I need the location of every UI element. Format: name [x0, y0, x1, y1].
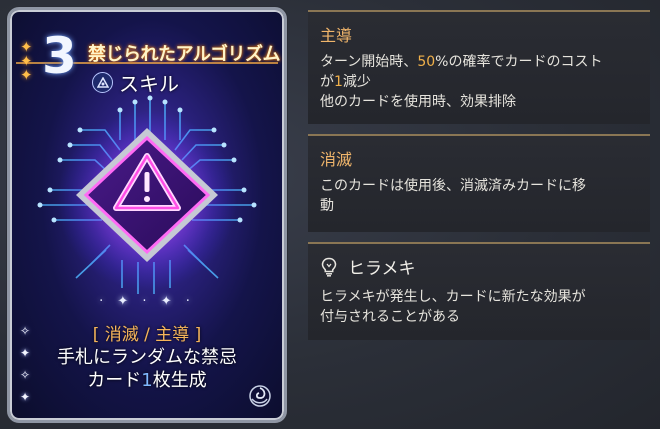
card-desc-number: 1 — [141, 370, 153, 391]
lead-line3: 他のカードを使用時、効果排除 — [320, 94, 516, 110]
keyword-title-lead: 主導 — [320, 26, 353, 45]
sparkle-divider-icon: · ✦ · ✦ · — [99, 294, 195, 309]
keyword-body-inspiration: ヒラメキが発生し、カードに新たな効果が 付与されることがある — [320, 287, 638, 327]
lightbulb-icon — [321, 257, 337, 277]
card-title: 禁じられたアルゴリズム — [88, 44, 280, 65]
inspiration-line2: 付与されることがある — [320, 309, 460, 325]
lead-cost-reduction: 1 — [334, 74, 343, 90]
card-description: 手札にランダムな禁忌 カード1枚生成 — [10, 346, 284, 392]
skill-card[interactable]: ✦ ✦ ✦ 3 禁じられたアルゴリズム スキル · ✦ · ✦ · ✧ ✦ ✧ ✦ [ 消… — [7, 7, 287, 423]
card-cost-value: 3 — [42, 27, 77, 85]
keyword-panel-inspiration: ヒラメキ ヒラメキが発生し、カードに新たな効果が 付与されることがある — [308, 242, 650, 340]
keyword-panel-exhaust: 消滅 このカードは使用後、消滅済みカードに移 動 — [308, 134, 650, 232]
card-tags: [ 消滅 / 主導 ] — [92, 325, 202, 345]
lead-line1: ターン開始時、50%の確率でカードのコスト — [320, 52, 638, 72]
keyword-body-exhaust: このカードは使用後、消滅済みカードに移 動 — [320, 176, 638, 216]
spiral-emblem-icon — [249, 385, 271, 407]
lead-line2: が1減少 — [320, 72, 638, 92]
keyword-title-exhaust: 消滅 — [320, 150, 353, 169]
inspiration-line1: ヒラメキが発生し、カードに新たな効果が — [320, 289, 586, 305]
lead-text2: が — [320, 74, 334, 90]
card-desc-line1: 手札にランダムな禁忌 — [57, 347, 237, 368]
keyword-panel-lead: 主導 ターン開始時、50%の確率でカードのコスト が1減少 他のカードを使用時、… — [308, 10, 650, 124]
inspiration-title-label: ヒラメキ — [348, 259, 416, 279]
card-desc-text: カード — [87, 370, 142, 391]
card-type-label: スキル — [119, 72, 179, 96]
lead-text-end: %の確率でカードのコスト — [435, 54, 603, 70]
card-desc-line2: カード1枚生成 — [10, 369, 284, 392]
card-type: スキル — [92, 68, 179, 97]
keyword-body-lead: ターン開始時、50%の確率でカードのコスト が1減少 他のカードを使用時、効果排… — [320, 52, 638, 112]
lead-text2-end: 減少 — [342, 74, 371, 90]
exhaust-line2: 動 — [320, 198, 334, 214]
keyword-title-inspiration: ヒラメキ — [320, 254, 638, 279]
cost-sparkle-icon: ✦ ✦ ✦ — [20, 38, 33, 84]
skill-triangle-icon — [92, 72, 113, 93]
card-desc-text-end: 枚生成 — [152, 370, 207, 391]
card-cost: ✦ ✦ ✦ 3 — [20, 28, 88, 84]
lead-text: ターン開始時、 — [320, 54, 418, 70]
exhaust-line1: このカードは使用後、消滅済みカードに移 — [320, 178, 586, 194]
lead-percent: 50 — [417, 54, 436, 70]
